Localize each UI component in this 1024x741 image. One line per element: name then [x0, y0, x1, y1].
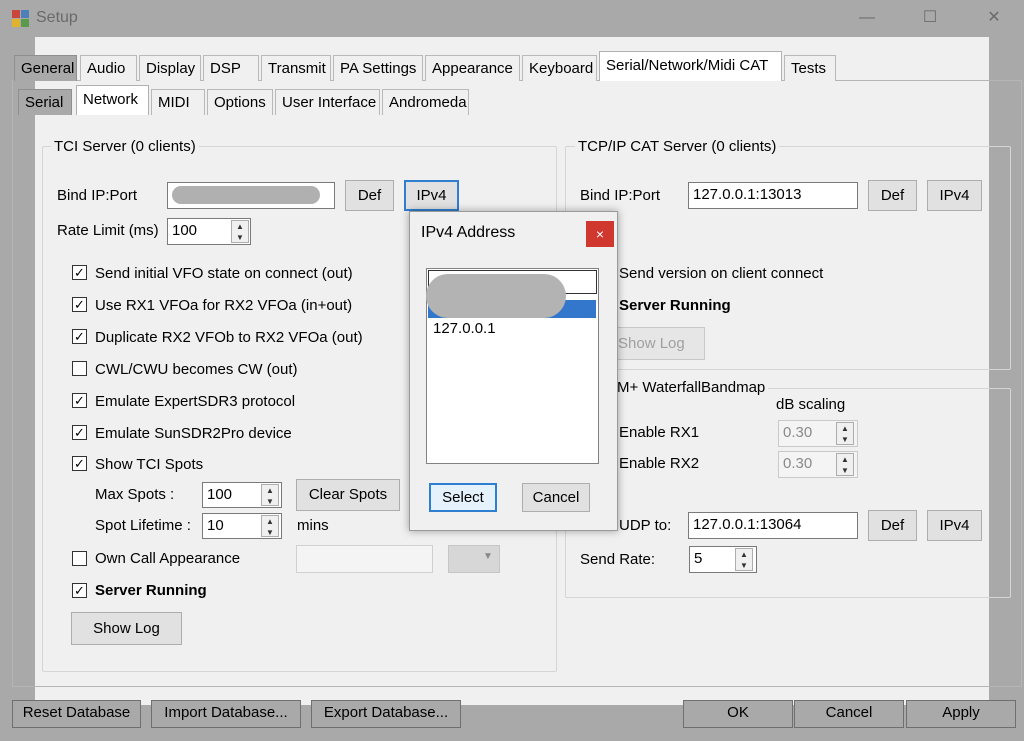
clear-spots-button[interactable]: Clear Spots	[296, 479, 400, 511]
waterfall-group-title: M+ WaterfallBandmap	[614, 379, 769, 396]
enable-rx2-label: Enable RX2	[619, 455, 700, 472]
tab-keyboard[interactable]: Keyboard	[522, 55, 597, 81]
chk-cwl-cwu-label: CWL/CWU becomes CW (out)	[95, 361, 298, 378]
import-database-button[interactable]: Import Database...	[151, 700, 301, 728]
subtab-serial[interactable]: Serial	[18, 89, 72, 115]
tci-def-button[interactable]: Def	[345, 180, 394, 211]
own-call-label: Own Call Appearance	[95, 550, 241, 567]
chk-duplicate-rx2-label: Duplicate RX2 VFOb to RX2 VFOa (out)	[95, 329, 363, 346]
list-item-loopback[interactable]: 127.0.0.1	[433, 320, 496, 337]
chk-send-initial-vfo-label: Send initial VFO state on connect (out)	[95, 265, 353, 282]
maximize-button[interactable]: ☐	[918, 8, 942, 28]
tcp-ipv4-button[interactable]: IPv4	[927, 180, 982, 211]
tab-pa-settings[interactable]: PA Settings	[333, 55, 423, 81]
subtab-midi[interactable]: MIDI	[151, 89, 205, 115]
chk-cwl-cwu[interactable]	[72, 361, 87, 376]
tab-serial-network-midi-cat[interactable]: Serial/Network/Midi CAT	[599, 51, 782, 81]
tab-display[interactable]: Display	[139, 55, 201, 81]
dialog-cancel-button[interactable]: Cancel	[522, 483, 590, 512]
tci-show-log-button[interactable]: Show Log	[71, 612, 182, 645]
tcp-def-button[interactable]: Def	[868, 180, 917, 211]
redacted-ip-dialog	[426, 274, 566, 318]
tab-tests[interactable]: Tests	[784, 55, 836, 81]
tci-rate-label: Rate Limit (ms)	[57, 222, 159, 239]
chk-duplicate-rx2[interactable]: ✓	[72, 329, 87, 344]
chk-use-rx1-vfoa[interactable]: ✓	[72, 297, 87, 312]
chk-emulate-sunsdr2pro[interactable]: ✓	[72, 425, 87, 440]
chk-own-call-appearance[interactable]	[72, 551, 87, 566]
tci-rate-spinner[interactable]: ▲ ▼	[231, 220, 249, 243]
chk-emulate-expertsdr3[interactable]: ✓	[72, 393, 87, 408]
dialog-close-button[interactable]: ×	[586, 221, 614, 247]
spot-lifetime-label: Spot Lifetime :	[95, 517, 191, 534]
chk-send-initial-vfo[interactable]: ✓	[72, 265, 87, 280]
tab-transmit[interactable]: Transmit	[261, 55, 331, 81]
own-call-dropdown[interactable]: ▼	[448, 545, 500, 573]
db-scaling-label: dB scaling	[776, 396, 846, 413]
close-button[interactable]: ✕	[982, 8, 1006, 28]
send-rate-label: Send Rate:	[580, 551, 656, 568]
chk-use-rx1-vfoa-label: Use RX1 VFOa for RX2 VFOa (in+out)	[95, 297, 353, 314]
tcp-bind-input[interactable]: 127.0.0.1:13013	[688, 182, 858, 209]
reset-database-button[interactable]: Reset Database	[12, 700, 141, 728]
tcp-show-log-button[interactable]: Show Log	[605, 327, 705, 360]
ok-button[interactable]: OK	[683, 700, 793, 728]
send-rate-spinner[interactable]: ▲ ▼	[735, 548, 753, 571]
own-call-input[interactable]	[296, 545, 433, 573]
rx1-db-spinner[interactable]: ▲ ▼	[836, 422, 854, 445]
udp-def-button[interactable]: Def	[868, 510, 917, 541]
apply-button[interactable]: Apply	[906, 700, 1016, 728]
rx2-db-spinner[interactable]: ▲ ▼	[836, 453, 854, 476]
tci-server-running-label: Server Running	[95, 582, 207, 599]
max-spots-spinner[interactable]: ▲ ▼	[261, 484, 279, 506]
redacted-ip	[172, 186, 320, 204]
chk-emulate-sunsdr2pro-label: Emulate SunSDR2Pro device	[95, 425, 292, 442]
app-icon	[12, 10, 29, 27]
udp-ipv4-button[interactable]: IPv4	[927, 510, 982, 541]
dialog-select-button[interactable]: Select	[429, 483, 497, 512]
udp-to-input[interactable]: 127.0.0.1:13064	[688, 512, 858, 539]
udp-to-label: UDP to:	[619, 517, 672, 534]
tcp-group-title: TCP/IP CAT Server (0 clients)	[575, 138, 780, 155]
window-title: Setup	[36, 9, 78, 26]
chevron-down-icon: ▼	[483, 551, 493, 562]
minimize-button[interactable]: —	[855, 8, 879, 28]
subtab-user-interface[interactable]: User Interface	[275, 89, 380, 115]
max-spots-label: Max Spots :	[95, 486, 175, 503]
send-version-label: Send version on client connect	[619, 265, 824, 282]
tci-group-title: TCI Server (0 clients)	[51, 138, 199, 155]
tab-appearance[interactable]: Appearance	[425, 55, 520, 81]
tci-bind-label: Bind IP:Port	[57, 187, 138, 204]
tab-audio[interactable]: Audio	[80, 55, 137, 81]
subtab-network[interactable]: Network	[76, 85, 149, 115]
tci-ipv4-button[interactable]: IPv4	[404, 180, 459, 211]
mins-label: mins	[297, 517, 329, 534]
chk-tci-server-running[interactable]: ✓	[72, 583, 87, 598]
tcp-bind-label: Bind IP:Port	[580, 187, 661, 204]
tcp-server-running-label: Server Running	[619, 297, 731, 314]
cancel-button[interactable]: Cancel	[794, 700, 904, 728]
spot-lifetime-spinner[interactable]: ▲ ▼	[261, 515, 279, 537]
chk-emulate-expertsdr3-label: Emulate ExpertSDR3 protocol	[95, 393, 296, 410]
subtab-andromeda[interactable]: Andromeda	[382, 89, 469, 115]
export-database-button[interactable]: Export Database...	[311, 700, 461, 728]
tab-dsp[interactable]: DSP	[203, 55, 259, 81]
chk-show-tci-spots[interactable]: ✓	[72, 456, 87, 471]
chk-show-tci-spots-label: Show TCI Spots	[95, 456, 204, 473]
tab-general[interactable]: General	[14, 55, 77, 81]
enable-rx1-label: Enable RX1	[619, 424, 700, 441]
dialog-title: IPv4 Address	[421, 224, 516, 241]
subtab-options[interactable]: Options	[207, 89, 273, 115]
